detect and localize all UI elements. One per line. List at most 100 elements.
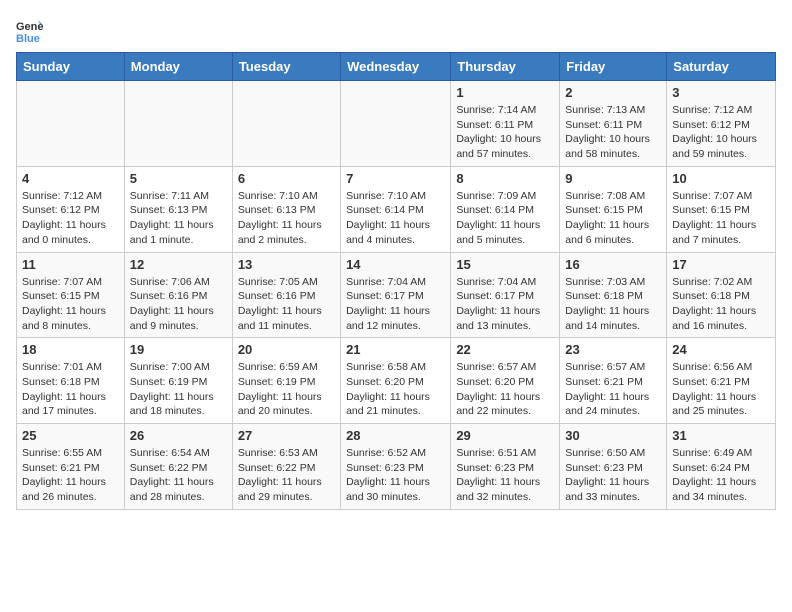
day-info: Sunrise: 6:50 AM Sunset: 6:23 PM Dayligh… xyxy=(565,446,661,505)
calendar-cell xyxy=(17,81,125,167)
calendar-cell: 11 Sunrise: 7:07 AM Sunset: 6:15 PM Dayli… xyxy=(17,252,125,338)
calendar-cell xyxy=(232,81,340,167)
day-info: Sunrise: 7:05 AM Sunset: 6:16 PM Dayligh… xyxy=(238,275,335,334)
day-number: 20 xyxy=(238,342,335,357)
calendar-cell: 31 Sunrise: 6:49 AM Sunset: 6:24 PM Dayli… xyxy=(667,424,776,510)
day-info: Sunrise: 6:54 AM Sunset: 6:22 PM Dayligh… xyxy=(130,446,227,505)
calendar-cell: 27Sunrise: 6:53 AM Sunset: 6:22 PM Dayli… xyxy=(232,424,340,510)
day-number: 22 xyxy=(456,342,554,357)
day-info: Sunrise: 7:14 AM Sunset: 6:11 PM Dayligh… xyxy=(456,103,554,162)
calendar-cell: 20 Sunrise: 6:59 AM Sunset: 6:19 PM Dayli… xyxy=(232,338,340,424)
day-info: Sunrise: 7:10 AM Sunset: 6:14 PM Dayligh… xyxy=(346,189,445,248)
day-info: Sunrise: 7:02 AM Sunset: 6:18 PM Dayligh… xyxy=(672,275,770,334)
day-number: 8 xyxy=(456,171,554,186)
day-info: Sunrise: 6:57 AM Sunset: 6:21 PM Dayligh… xyxy=(565,360,661,419)
calendar-cell: 21Sunrise: 6:58 AM Sunset: 6:20 PM Dayli… xyxy=(341,338,451,424)
day-info: Sunrise: 6:59 AM Sunset: 6:19 PM Dayligh… xyxy=(238,360,335,419)
day-info: Sunrise: 7:07 AM Sunset: 6:15 PM Dayligh… xyxy=(22,275,119,334)
day-info: Sunrise: 7:13 AM Sunset: 6:11 PM Dayligh… xyxy=(565,103,661,162)
day-number: 1 xyxy=(456,85,554,100)
calendar-cell: 29 Sunrise: 6:51 AM Sunset: 6:23 PM Dayli… xyxy=(451,424,560,510)
day-number: 19 xyxy=(130,342,227,357)
day-info: Sunrise: 7:10 AM Sunset: 6:13 PM Dayligh… xyxy=(238,189,335,248)
calendar-cell: 23 Sunrise: 6:57 AM Sunset: 6:21 PM Dayli… xyxy=(560,338,667,424)
calendar-table: SundayMondayTuesdayWednesdayThursdayFrid… xyxy=(16,52,776,510)
day-number: 30 xyxy=(565,428,661,443)
day-number: 3 xyxy=(672,85,770,100)
day-number: 25 xyxy=(22,428,119,443)
day-number: 23 xyxy=(565,342,661,357)
day-info: Sunrise: 6:51 AM Sunset: 6:23 PM Dayligh… xyxy=(456,446,554,505)
logo: General Blue xyxy=(16,16,48,44)
day-info: Sunrise: 6:56 AM Sunset: 6:21 PM Dayligh… xyxy=(672,360,770,419)
day-info: Sunrise: 7:00 AM Sunset: 6:19 PM Dayligh… xyxy=(130,360,227,419)
calendar-cell: 9 Sunrise: 7:08 AM Sunset: 6:15 PM Daylig… xyxy=(560,166,667,252)
weekday-header-saturday: Saturday xyxy=(667,53,776,81)
calendar-week-row: 4 Sunrise: 7:12 AM Sunset: 6:12 PM Daylig… xyxy=(17,166,776,252)
day-number: 13 xyxy=(238,257,335,272)
logo-icon: General Blue xyxy=(16,16,44,44)
day-info: Sunrise: 7:04 AM Sunset: 6:17 PM Dayligh… xyxy=(456,275,554,334)
calendar-cell: 15 Sunrise: 7:04 AM Sunset: 6:17 PM Dayli… xyxy=(451,252,560,338)
calendar-cell: 3Sunrise: 7:12 AM Sunset: 6:12 PM Daylig… xyxy=(667,81,776,167)
day-info: Sunrise: 7:01 AM Sunset: 6:18 PM Dayligh… xyxy=(22,360,119,419)
day-info: Sunrise: 7:08 AM Sunset: 6:15 PM Dayligh… xyxy=(565,189,661,248)
day-number: 26 xyxy=(130,428,227,443)
day-number: 21 xyxy=(346,342,445,357)
day-number: 5 xyxy=(130,171,227,186)
day-number: 27 xyxy=(238,428,335,443)
day-number: 31 xyxy=(672,428,770,443)
day-number: 29 xyxy=(456,428,554,443)
day-info: Sunrise: 7:09 AM Sunset: 6:14 PM Dayligh… xyxy=(456,189,554,248)
day-number: 14 xyxy=(346,257,445,272)
calendar-cell: 30 Sunrise: 6:50 AM Sunset: 6:23 PM Dayli… xyxy=(560,424,667,510)
calendar-cell xyxy=(124,81,232,167)
weekday-header-monday: Monday xyxy=(124,53,232,81)
day-info: Sunrise: 7:12 AM Sunset: 6:12 PM Dayligh… xyxy=(22,189,119,248)
calendar-week-row: 25 Sunrise: 6:55 AM Sunset: 6:21 PM Dayli… xyxy=(17,424,776,510)
weekday-header-row: SundayMondayTuesdayWednesdayThursdayFrid… xyxy=(17,53,776,81)
day-number: 7 xyxy=(346,171,445,186)
calendar-week-row: 11 Sunrise: 7:07 AM Sunset: 6:15 PM Dayli… xyxy=(17,252,776,338)
calendar-cell: 24 Sunrise: 6:56 AM Sunset: 6:21 PM Dayli… xyxy=(667,338,776,424)
calendar-cell: 19 Sunrise: 7:00 AM Sunset: 6:19 PM Dayli… xyxy=(124,338,232,424)
header: General Blue xyxy=(16,16,776,44)
weekday-header-friday: Friday xyxy=(560,53,667,81)
calendar-cell: 25 Sunrise: 6:55 AM Sunset: 6:21 PM Dayli… xyxy=(17,424,125,510)
day-number: 2 xyxy=(565,85,661,100)
day-info: Sunrise: 7:04 AM Sunset: 6:17 PM Dayligh… xyxy=(346,275,445,334)
calendar-cell: 16Sunrise: 7:03 AM Sunset: 6:18 PM Dayli… xyxy=(560,252,667,338)
day-number: 15 xyxy=(456,257,554,272)
calendar-cell: 4 Sunrise: 7:12 AM Sunset: 6:12 PM Daylig… xyxy=(17,166,125,252)
weekday-header-tuesday: Tuesday xyxy=(232,53,340,81)
calendar-cell: 6 Sunrise: 7:10 AM Sunset: 6:13 PM Daylig… xyxy=(232,166,340,252)
day-number: 10 xyxy=(672,171,770,186)
day-info: Sunrise: 7:06 AM Sunset: 6:16 PM Dayligh… xyxy=(130,275,227,334)
calendar-cell: 13 Sunrise: 7:05 AM Sunset: 6:16 PM Dayli… xyxy=(232,252,340,338)
day-info: Sunrise: 6:55 AM Sunset: 6:21 PM Dayligh… xyxy=(22,446,119,505)
day-number: 24 xyxy=(672,342,770,357)
day-number: 9 xyxy=(565,171,661,186)
day-info: Sunrise: 6:52 AM Sunset: 6:23 PM Dayligh… xyxy=(346,446,445,505)
calendar-cell: 22Sunrise: 6:57 AM Sunset: 6:20 PM Dayli… xyxy=(451,338,560,424)
day-number: 12 xyxy=(130,257,227,272)
day-info: Sunrise: 6:49 AM Sunset: 6:24 PM Dayligh… xyxy=(672,446,770,505)
weekday-header-sunday: Sunday xyxy=(17,53,125,81)
day-number: 18 xyxy=(22,342,119,357)
day-info: Sunrise: 7:03 AM Sunset: 6:18 PM Dayligh… xyxy=(565,275,661,334)
day-info: Sunrise: 7:07 AM Sunset: 6:15 PM Dayligh… xyxy=(672,189,770,248)
calendar-cell: 2 Sunrise: 7:13 AM Sunset: 6:11 PM Daylig… xyxy=(560,81,667,167)
weekday-header-thursday: Thursday xyxy=(451,53,560,81)
day-number: 17 xyxy=(672,257,770,272)
day-number: 6 xyxy=(238,171,335,186)
calendar-cell: 26 Sunrise: 6:54 AM Sunset: 6:22 PM Dayli… xyxy=(124,424,232,510)
weekday-header-wednesday: Wednesday xyxy=(341,53,451,81)
day-number: 4 xyxy=(22,171,119,186)
calendar-cell: 10 Sunrise: 7:07 AM Sunset: 6:15 PM Dayli… xyxy=(667,166,776,252)
calendar-cell: 12 Sunrise: 7:06 AM Sunset: 6:16 PM Dayli… xyxy=(124,252,232,338)
calendar-cell xyxy=(341,81,451,167)
calendar-cell: 14 Sunrise: 7:04 AM Sunset: 6:17 PM Dayli… xyxy=(341,252,451,338)
calendar-week-row: 18 Sunrise: 7:01 AM Sunset: 6:18 PM Dayli… xyxy=(17,338,776,424)
day-number: 11 xyxy=(22,257,119,272)
day-number: 28 xyxy=(346,428,445,443)
